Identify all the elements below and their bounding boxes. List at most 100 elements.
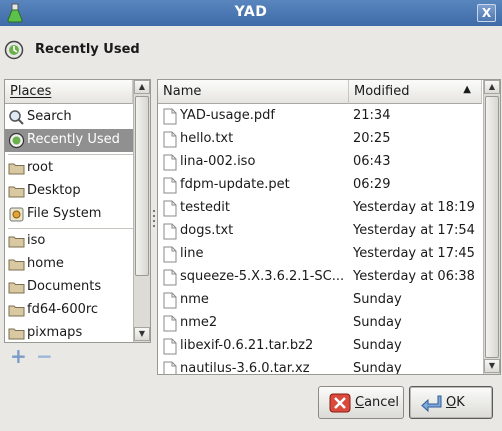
file-modified: 06:29 <box>353 177 391 192</box>
file-modified: 06:43 <box>353 154 391 169</box>
file-modified: Sunday <box>353 315 402 330</box>
scroll-up-arrow-icon[interactable]: ▲ <box>134 80 150 94</box>
file-row[interactable]: nautilus-3.6.0.tar.xz Sunday <box>158 358 482 375</box>
file-modified: Sunday <box>353 361 402 375</box>
places-scrollbar[interactable]: ▲ ▼ <box>133 80 150 342</box>
file-icon <box>163 177 177 194</box>
folder-icon <box>8 186 25 198</box>
place-item-iso[interactable]: iso <box>5 230 133 253</box>
file-modified: Yesterday at 17:54 <box>353 223 475 238</box>
file-name: nme2 <box>180 315 218 330</box>
file-icon <box>163 269 177 286</box>
place-label: root <box>27 160 54 175</box>
files-scrollbar[interactable]: ▲ ▼ <box>483 80 500 374</box>
files-panel: Name Modified ▲ YAD-usage.pdf 21:34 hello.… <box>157 79 501 375</box>
file-modified: Yesterday at 18:19 <box>353 200 475 215</box>
place-item-fd64-600rc[interactable]: fd64-600rc <box>5 299 133 322</box>
file-name: testedit <box>180 200 230 215</box>
sort-ascending-icon: ▲ <box>463 84 471 95</box>
drive-icon <box>9 207 24 222</box>
file-name: line <box>180 246 204 261</box>
file-row[interactable]: lina-002.iso 06:43 <box>158 151 482 174</box>
file-icon <box>163 292 177 309</box>
file-row[interactable]: testedit Yesterday at 18:19 <box>158 197 482 220</box>
name-column-label: Name <box>163 84 202 99</box>
folder-icon <box>8 328 25 340</box>
file-name: hello.txt <box>180 131 234 146</box>
modified-column-label: Modified <box>354 84 410 99</box>
place-label: Recently Used <box>27 132 120 147</box>
place-item-search[interactable]: Search <box>5 106 133 129</box>
scroll-up-arrow-icon[interactable]: ▲ <box>484 80 500 94</box>
places-column-header[interactable]: Places <box>5 80 133 104</box>
file-name: YAD-usage.pdf <box>180 108 275 123</box>
close-button[interactable]: X <box>477 4 496 22</box>
cancel-icon <box>329 393 351 413</box>
file-row[interactable]: nme Sunday <box>158 289 482 312</box>
place-item-pixmaps[interactable]: pixmaps <box>5 322 133 342</box>
place-label: fd64-600rc <box>27 302 99 317</box>
places-toolbar: + − <box>4 346 64 366</box>
file-row[interactable]: hello.txt 20:25 <box>158 128 482 151</box>
modified-column-header[interactable]: Modified ▲ <box>349 80 482 104</box>
places-separator <box>8 228 133 229</box>
file-row[interactable]: dogs.txt Yesterday at 17:54 <box>158 220 482 243</box>
file-name: lina-002.iso <box>180 154 256 169</box>
place-item-desktop[interactable]: Desktop <box>5 180 133 203</box>
recent-icon <box>4 40 24 60</box>
file-modified: 21:34 <box>353 108 391 123</box>
file-icon <box>163 154 177 171</box>
file-icon <box>163 315 177 332</box>
scroll-thumb[interactable] <box>135 96 149 276</box>
folder-icon <box>8 282 25 294</box>
file-row[interactable]: fdpm-update.pet 06:29 <box>158 174 482 197</box>
file-icon <box>163 108 177 125</box>
ok-button[interactable]: OK <box>409 386 493 419</box>
file-modified: 20:25 <box>353 131 391 146</box>
folder-icon <box>8 236 25 248</box>
recent-icon <box>8 132 25 149</box>
file-modified: Yesterday at 06:38 <box>353 269 475 284</box>
place-item-file-system[interactable]: File System <box>5 203 133 226</box>
file-name: squeeze-5.X.3.6.2.1-SC... <box>180 269 345 284</box>
ok-label-rest: K <box>456 395 465 410</box>
file-name: libexif-0.6.21.tar.bz2 <box>180 338 314 353</box>
remove-bookmark-button[interactable]: − <box>36 346 53 366</box>
file-icon <box>163 200 177 217</box>
search-icon <box>9 110 24 125</box>
folder-icon <box>8 163 25 175</box>
file-row[interactable]: squeeze-5.X.3.6.2.1-SC... Yesterday at 06… <box>158 266 482 289</box>
place-label: home <box>27 256 64 271</box>
file-modified: Sunday <box>353 338 402 353</box>
places-header-label: Places <box>10 84 52 99</box>
place-item-documents[interactable]: Documents <box>5 276 133 299</box>
file-name: dogs.txt <box>180 223 234 238</box>
place-item-recently-used[interactable]: Recently Used <box>5 129 133 152</box>
file-name: nme <box>180 292 209 307</box>
place-label: Desktop <box>27 183 81 198</box>
file-icon <box>163 246 177 263</box>
scroll-down-arrow-icon[interactable]: ▼ <box>134 327 150 341</box>
file-row[interactable]: line Yesterday at 17:45 <box>158 243 482 266</box>
place-item-home[interactable]: home <box>5 253 133 276</box>
file-row[interactable]: nme2 Sunday <box>158 312 482 335</box>
add-bookmark-button[interactable]: + <box>10 346 27 366</box>
file-row[interactable]: YAD-usage.pdf 21:34 <box>158 105 482 128</box>
file-icon <box>163 131 177 148</box>
cancel-label: Cancel <box>355 395 400 410</box>
enter-arrow-icon <box>421 395 442 413</box>
place-item-root[interactable]: root <box>5 157 133 180</box>
file-modified: Yesterday at 17:45 <box>353 246 475 261</box>
scroll-down-arrow-icon[interactable]: ▼ <box>484 359 500 373</box>
file-icon <box>163 223 177 240</box>
places-panel: Places Search Recently Used root Desktop… <box>4 79 151 343</box>
cancel-button[interactable]: Cancel <box>318 386 404 419</box>
scroll-thumb[interactable] <box>485 96 499 358</box>
ok-label: OK <box>446 395 465 410</box>
pane-resize-handle[interactable] <box>152 210 156 232</box>
place-label: Search <box>27 109 72 124</box>
file-row[interactable]: libexif-0.6.21.tar.bz2 Sunday <box>158 335 482 358</box>
name-column-header[interactable]: Name <box>158 80 349 104</box>
place-label: File System <box>27 206 102 221</box>
place-label: Documents <box>27 279 102 294</box>
